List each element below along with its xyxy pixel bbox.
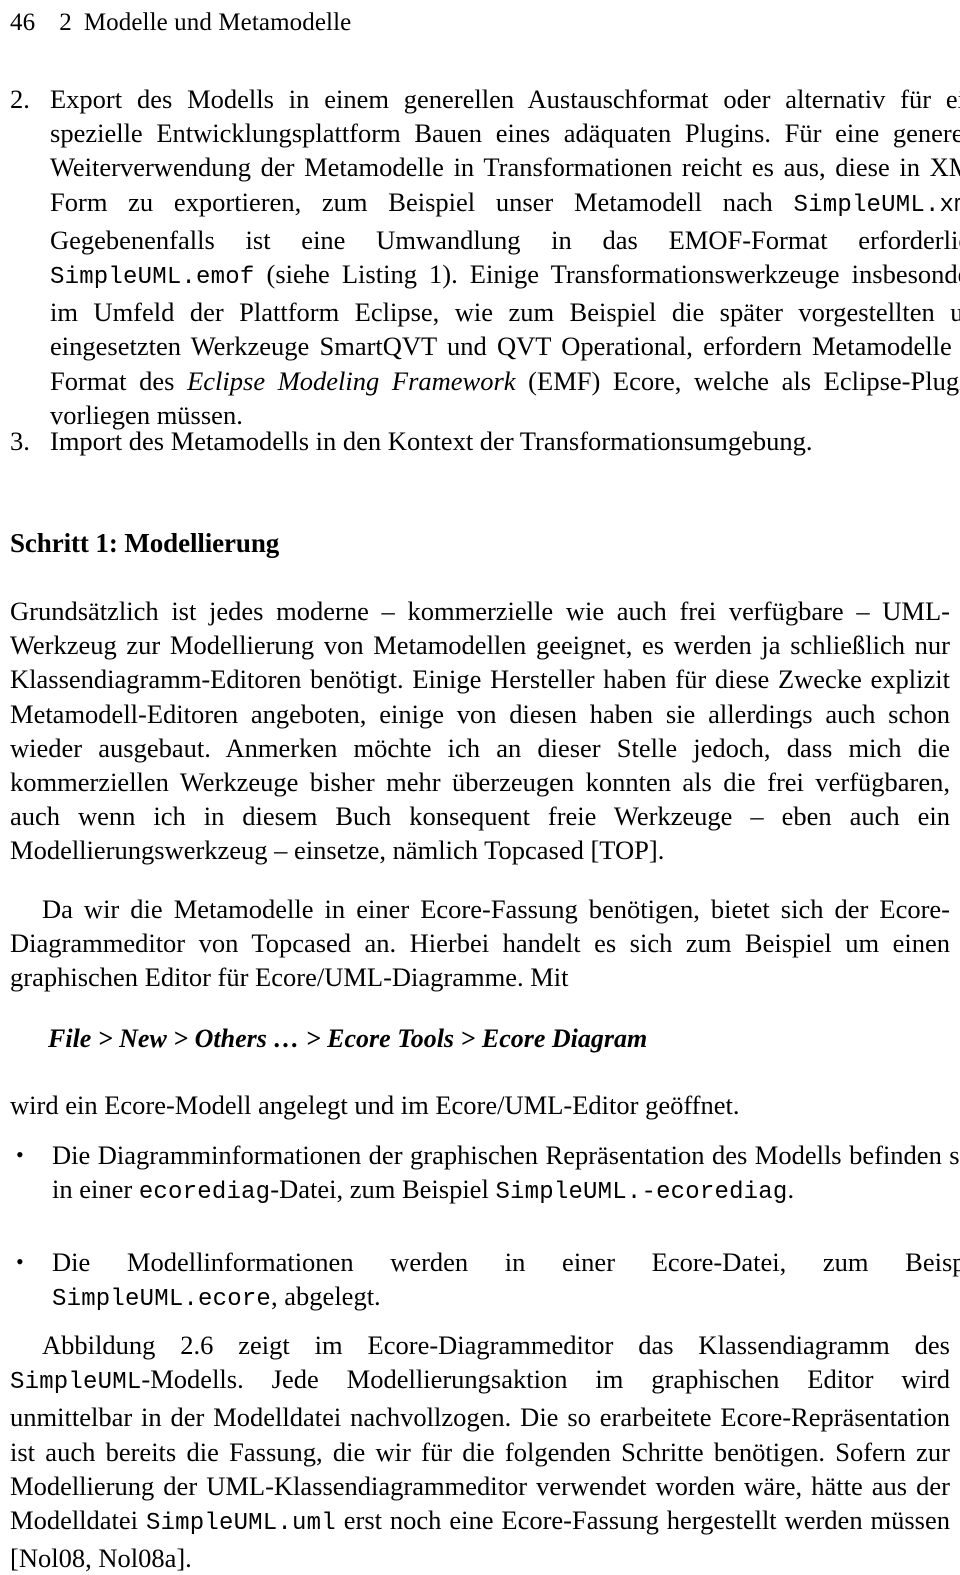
inline-code: ecorediag: [138, 1179, 271, 1207]
section-heading: Schritt 1: Modellierung: [10, 528, 280, 558]
inline-text: .: [787, 1174, 795, 1205]
inline-emphasis: Eclipse Modeling Framework: [187, 365, 516, 396]
menu-path: File > New > Others … > Ecore Tools > Ec…: [48, 1024, 648, 1053]
inline-code: SimpleUML.uml: [145, 1510, 336, 1538]
inline-code: SimpleUML.-ecorediag: [495, 1179, 788, 1207]
inline-text: Abbildung 2.6 zeigt im Ecore-Diagrammedi…: [42, 1330, 950, 1360]
list-marker: 2.: [10, 84, 30, 114]
inline-text: , abgelegt.: [271, 1281, 381, 1312]
page-folio: 46: [10, 9, 36, 36]
inline-text: Die Modellinformationen werden in einer …: [52, 1247, 960, 1277]
inline-code: SimpleUML.xmi: [793, 191, 960, 219]
chapter-number: 2: [59, 9, 72, 36]
list-item-text: Import des Metamodells in den Kontext de…: [50, 426, 813, 456]
inline-code: SimpleUML.emof: [50, 264, 255, 292]
body-paragraph: wird ein Ecore-Modell angelegt und im Ec…: [10, 1090, 740, 1120]
bullet-icon: •: [16, 1249, 24, 1274]
inline-text: -Datei, zum Beispiel: [270, 1174, 496, 1205]
body-paragraph: Grundsätzlich ist jedes moderne – kommer…: [10, 596, 950, 866]
bullet-list-item: • Die Diagramminformationen der graphisc…: [10, 1138, 960, 1210]
bullet-list-item: • Die Modellinformationen werden in eine…: [10, 1245, 960, 1317]
bullet-item-text: Die Modellinformationen werden in einer …: [52, 1247, 960, 1314]
numbered-list-item: 3. Import des Metamodells in den Kontext…: [10, 424, 960, 458]
document-page: 46 2 Modelle und Metamodelle 2. Export des…: [0, 0, 960, 1573]
list-item-text: Export des Modells in einem generellen A…: [50, 84, 960, 430]
running-head: 46 2 Modelle und Metamodelle: [10, 0, 950, 40]
bullet-item-text: Die Diagramminformationen der graphische…: [52, 1140, 960, 1207]
numbered-list-item: 2. Export des Modells in einem generelle…: [10, 82, 960, 432]
inline-code: SimpleUML: [10, 1369, 142, 1397]
body-paragraph: Abbildung 2.6 zeigt im Ecore-Diagrammedi…: [10, 1328, 950, 1575]
list-marker: 3.: [10, 426, 30, 456]
inline-code: SimpleUML.ecore: [52, 1286, 272, 1314]
inline-text: Import des Metamodells in den Kontext de…: [50, 426, 813, 456]
bullet-icon: •: [16, 1142, 24, 1167]
body-paragraph: Da wir die Metamodelle in einer Ecore-Fa…: [10, 894, 950, 993]
chapter-title: Modelle und Metamodelle: [83, 9, 352, 36]
